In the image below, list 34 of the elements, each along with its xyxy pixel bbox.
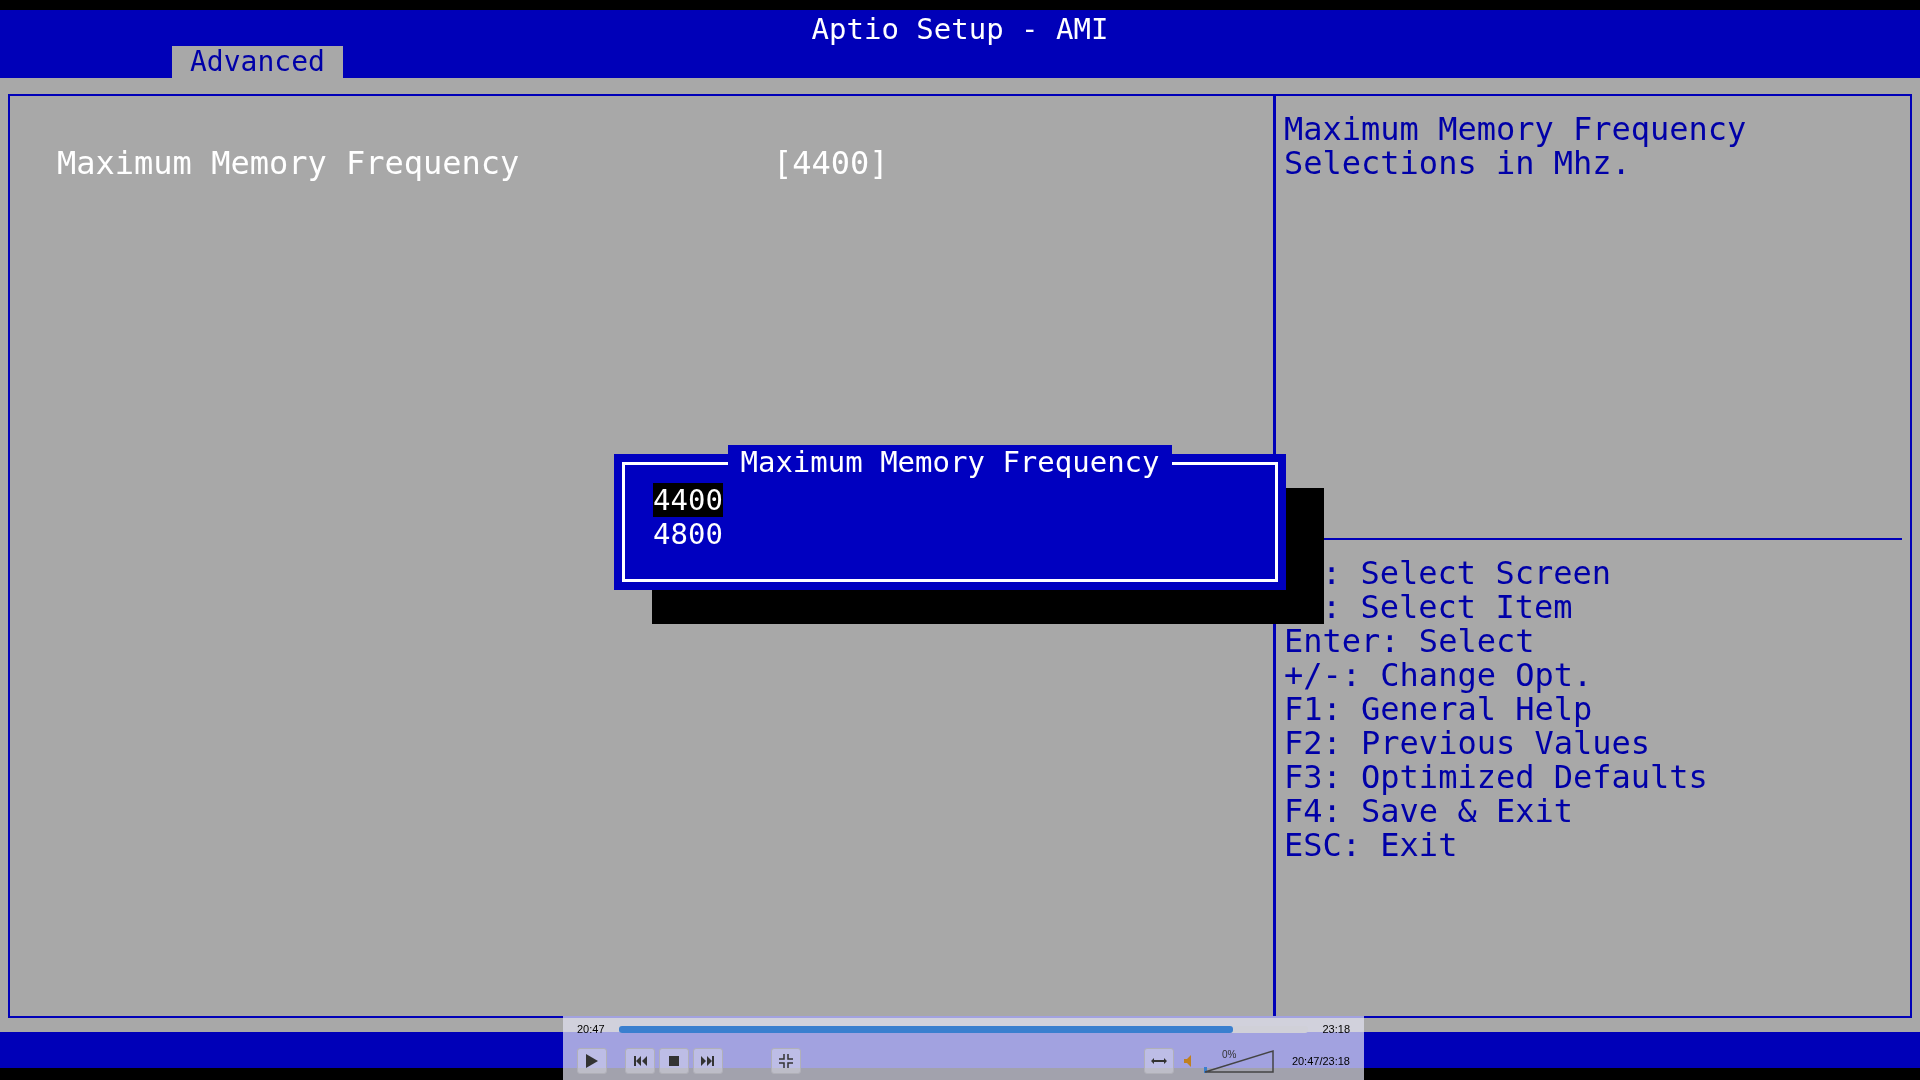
total-time: 23:18 bbox=[1322, 1021, 1350, 1037]
volume-slider[interactable]: 0% bbox=[1203, 1049, 1274, 1073]
stop-button[interactable] bbox=[659, 1048, 689, 1074]
next-button[interactable] bbox=[693, 1048, 723, 1074]
shrink-icon bbox=[779, 1054, 793, 1068]
option-item[interactable]: 4400 bbox=[653, 483, 723, 517]
play-icon bbox=[585, 1053, 599, 1069]
horizontal-arrows-icon bbox=[1150, 1057, 1167, 1065]
previous-button[interactable] bbox=[625, 1048, 655, 1074]
speaker-icon bbox=[1183, 1055, 1194, 1067]
stretch-button[interactable] bbox=[1143, 1048, 1174, 1074]
time-readout: 20:47/23:18 bbox=[1291, 1053, 1350, 1069]
window-title: Aptio Setup - AMI bbox=[811, 12, 1109, 46]
help-description: Maximum Memory Frequency Selections in Mhz. bbox=[1284, 112, 1748, 180]
skip-forward-icon bbox=[701, 1056, 715, 1066]
key-hint: : Select Screen bbox=[1322, 556, 1612, 590]
key-hint: F1: General Help bbox=[1284, 692, 1594, 726]
stop-icon bbox=[669, 1056, 679, 1066]
key-hint: : Select Item bbox=[1322, 590, 1574, 624]
fullscreen-button[interactable] bbox=[771, 1048, 801, 1074]
key-hint: F3: Optimized Defaults bbox=[1284, 760, 1709, 794]
play-button[interactable] bbox=[577, 1048, 607, 1074]
volume-reading: 0% bbox=[1221, 1048, 1237, 1062]
key-hint: Enter: Select bbox=[1284, 624, 1536, 658]
key-hint: ESC: Exit bbox=[1284, 828, 1459, 862]
elapsed-time: 20:47 bbox=[577, 1021, 605, 1037]
option-item[interactable]: 4800 bbox=[653, 517, 723, 551]
key-hint: F4: Save & Exit bbox=[1284, 794, 1574, 828]
menu-tab[interactable]: Advanced bbox=[172, 46, 343, 78]
volume-thumb[interactable] bbox=[1203, 1067, 1207, 1073]
skip-back-icon bbox=[633, 1056, 647, 1066]
key-hint: F2: Previous Values bbox=[1284, 726, 1652, 760]
popup-title: Maximum Memory Frequency bbox=[728, 445, 1172, 479]
key-hint: +/-: Change Opt. bbox=[1284, 658, 1594, 692]
